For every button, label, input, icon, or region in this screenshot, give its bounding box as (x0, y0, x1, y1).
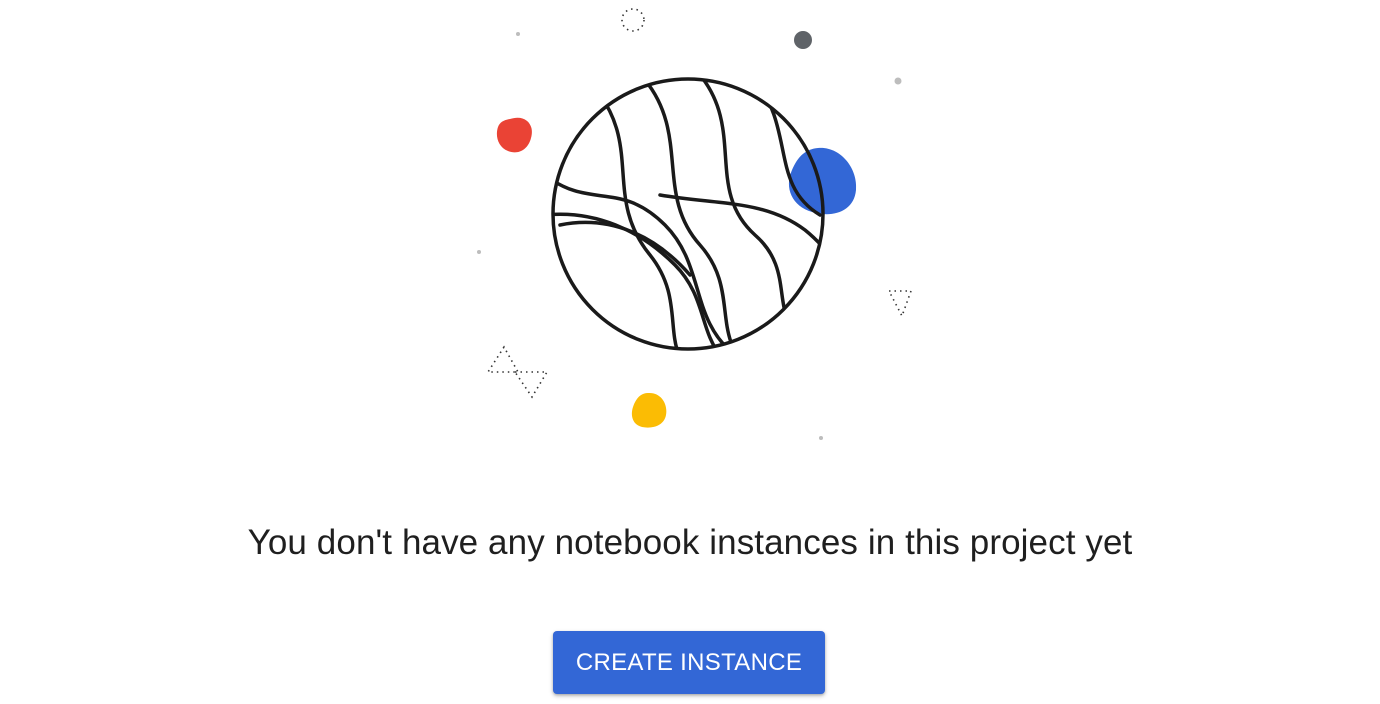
specks-icon (477, 32, 902, 440)
empty-state-page: You don't have any notebook instances in… (0, 0, 1380, 704)
dotted-triangle-left-icon (486, 345, 549, 399)
red-blob-icon (496, 117, 532, 153)
create-instance-button[interactable]: CREATE INSTANCE (553, 631, 825, 694)
empty-state-message: You don't have any notebook instances in… (247, 523, 1133, 562)
dotted-triangle-right-icon (887, 290, 913, 318)
globe-icon (551, 77, 825, 351)
gray-blob-icon (794, 31, 812, 49)
yellow-blob-icon (631, 392, 667, 428)
dotted-ring-icon (621, 8, 645, 32)
planet-illustration-icon (477, 8, 913, 440)
